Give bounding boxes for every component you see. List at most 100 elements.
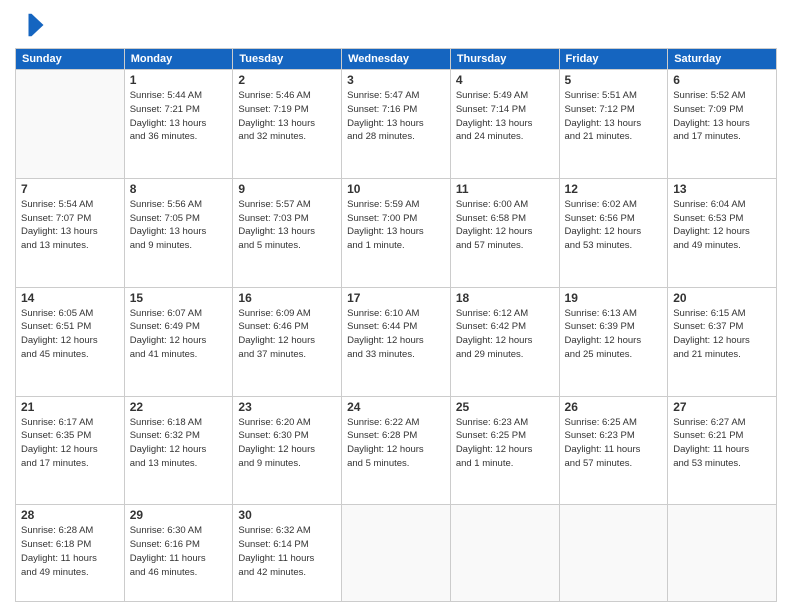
calendar-cell: [668, 505, 777, 602]
day-info: Sunrise: 5:49 AMSunset: 7:14 PMDaylight:…: [456, 89, 554, 144]
day-number: 7: [21, 182, 119, 196]
weekday-header-saturday: Saturday: [668, 49, 777, 70]
calendar-cell: 11 Sunrise: 6:00 AMSunset: 6:58 PMDayligh…: [450, 178, 559, 287]
weekday-header-monday: Monday: [124, 49, 233, 70]
day-number: 8: [130, 182, 228, 196]
day-number: 6: [673, 73, 771, 87]
day-info: Sunrise: 5:57 AMSunset: 7:03 PMDaylight:…: [238, 198, 336, 253]
weekday-header-sunday: Sunday: [16, 49, 125, 70]
calendar-cell: 3 Sunrise: 5:47 AMSunset: 7:16 PMDaylight…: [342, 70, 451, 179]
day-info: Sunrise: 6:00 AMSunset: 6:58 PMDaylight:…: [456, 198, 554, 253]
weekday-header-row: SundayMondayTuesdayWednesdayThursdayFrid…: [16, 49, 777, 70]
day-number: 14: [21, 291, 119, 305]
day-info: Sunrise: 6:30 AMSunset: 6:16 PMDaylight:…: [130, 524, 228, 579]
calendar-cell: 2 Sunrise: 5:46 AMSunset: 7:19 PMDaylight…: [233, 70, 342, 179]
day-number: 2: [238, 73, 336, 87]
logo-icon: [15, 10, 45, 40]
day-number: 24: [347, 400, 445, 414]
calendar-body: 1 Sunrise: 5:44 AMSunset: 7:21 PMDaylight…: [16, 70, 777, 602]
calendar-cell: 26 Sunrise: 6:25 AMSunset: 6:23 PMDayligh…: [559, 396, 668, 505]
day-number: 3: [347, 73, 445, 87]
day-number: 27: [673, 400, 771, 414]
calendar-cell: 27 Sunrise: 6:27 AMSunset: 6:21 PMDayligh…: [668, 396, 777, 505]
day-number: 17: [347, 291, 445, 305]
day-info: Sunrise: 6:32 AMSunset: 6:14 PMDaylight:…: [238, 524, 336, 579]
day-number: 21: [21, 400, 119, 414]
calendar-cell: 15Sunrise: 6:07 AMSunset: 6:49 PMDayligh…: [124, 287, 233, 396]
calendar-cell: 1 Sunrise: 5:44 AMSunset: 7:21 PMDaylight…: [124, 70, 233, 179]
calendar-cell: 13 Sunrise: 6:04 AMSunset: 6:53 PMDayligh…: [668, 178, 777, 287]
day-info: Sunrise: 6:13 AMSunset: 6:39 PMDaylight:…: [565, 307, 663, 362]
day-info: Sunrise: 6:25 AMSunset: 6:23 PMDaylight:…: [565, 416, 663, 471]
weekday-header-friday: Friday: [559, 49, 668, 70]
day-number: 22: [130, 400, 228, 414]
calendar-week-row: 28 Sunrise: 6:28 AMSunset: 6:18 PMDayligh…: [16, 505, 777, 602]
day-info: Sunrise: 6:17 AMSunset: 6:35 PMDaylight:…: [21, 416, 119, 471]
calendar-cell: 24 Sunrise: 6:22 AMSunset: 6:28 PMDayligh…: [342, 396, 451, 505]
calendar-week-row: 21 Sunrise: 6:17 AMSunset: 6:35 PMDayligh…: [16, 396, 777, 505]
day-number: 30: [238, 508, 336, 522]
day-info: Sunrise: 6:18 AMSunset: 6:32 PMDaylight:…: [130, 416, 228, 471]
calendar-cell: [16, 70, 125, 179]
calendar-cell: 12Sunrise: 6:02 AMSunset: 6:56 PMDayligh…: [559, 178, 668, 287]
calendar-cell: [559, 505, 668, 602]
logo: [15, 10, 49, 40]
day-info: Sunrise: 6:20 AMSunset: 6:30 PMDaylight:…: [238, 416, 336, 471]
day-info: Sunrise: 5:59 AMSunset: 7:00 PMDaylight:…: [347, 198, 445, 253]
calendar-cell: 4 Sunrise: 5:49 AMSunset: 7:14 PMDaylight…: [450, 70, 559, 179]
weekday-header-tuesday: Tuesday: [233, 49, 342, 70]
day-info: Sunrise: 5:47 AMSunset: 7:16 PMDaylight:…: [347, 89, 445, 144]
day-number: 4: [456, 73, 554, 87]
day-info: Sunrise: 6:22 AMSunset: 6:28 PMDaylight:…: [347, 416, 445, 471]
calendar-cell: 16Sunrise: 6:09 AMSunset: 6:46 PMDayligh…: [233, 287, 342, 396]
calendar-cell: 8 Sunrise: 5:56 AMSunset: 7:05 PMDaylight…: [124, 178, 233, 287]
day-number: 26: [565, 400, 663, 414]
calendar: SundayMondayTuesdayWednesdayThursdayFrid…: [15, 48, 777, 602]
calendar-cell: 20 Sunrise: 6:15 AMSunset: 6:37 PMDayligh…: [668, 287, 777, 396]
day-number: 28: [21, 508, 119, 522]
day-number: 20: [673, 291, 771, 305]
calendar-cell: 7 Sunrise: 5:54 AMSunset: 7:07 PMDaylight…: [16, 178, 125, 287]
calendar-cell: 22 Sunrise: 6:18 AMSunset: 6:32 PMDayligh…: [124, 396, 233, 505]
day-info: Sunrise: 6:10 AMSunset: 6:44 PMDaylight:…: [347, 307, 445, 362]
day-info: Sunrise: 6:28 AMSunset: 6:18 PMDaylight:…: [21, 524, 119, 579]
calendar-cell: [450, 505, 559, 602]
day-info: Sunrise: 5:51 AMSunset: 7:12 PMDaylight:…: [565, 89, 663, 144]
calendar-cell: 14Sunrise: 6:05 AMSunset: 6:51 PMDayligh…: [16, 287, 125, 396]
calendar-cell: 30 Sunrise: 6:32 AMSunset: 6:14 PMDayligh…: [233, 505, 342, 602]
day-info: Sunrise: 5:54 AMSunset: 7:07 PMDaylight:…: [21, 198, 119, 253]
calendar-cell: 5 Sunrise: 5:51 AMSunset: 7:12 PMDaylight…: [559, 70, 668, 179]
page: SundayMondayTuesdayWednesdayThursdayFrid…: [0, 0, 792, 612]
day-info: Sunrise: 5:52 AMSunset: 7:09 PMDaylight:…: [673, 89, 771, 144]
calendar-week-row: 14Sunrise: 6:05 AMSunset: 6:51 PMDayligh…: [16, 287, 777, 396]
weekday-header-wednesday: Wednesday: [342, 49, 451, 70]
calendar-cell: 9 Sunrise: 5:57 AMSunset: 7:03 PMDaylight…: [233, 178, 342, 287]
calendar-cell: 10 Sunrise: 5:59 AMSunset: 7:00 PMDayligh…: [342, 178, 451, 287]
calendar-cell: 18Sunrise: 6:12 AMSunset: 6:42 PMDayligh…: [450, 287, 559, 396]
day-number: 15: [130, 291, 228, 305]
day-number: 12: [565, 182, 663, 196]
calendar-cell: 17 Sunrise: 6:10 AMSunset: 6:44 PMDayligh…: [342, 287, 451, 396]
day-number: 1: [130, 73, 228, 87]
day-info: Sunrise: 5:56 AMSunset: 7:05 PMDaylight:…: [130, 198, 228, 253]
day-number: 13: [673, 182, 771, 196]
calendar-week-row: 1 Sunrise: 5:44 AMSunset: 7:21 PMDaylight…: [16, 70, 777, 179]
day-info: Sunrise: 6:23 AMSunset: 6:25 PMDaylight:…: [456, 416, 554, 471]
day-number: 9: [238, 182, 336, 196]
weekday-header-thursday: Thursday: [450, 49, 559, 70]
day-number: 10: [347, 182, 445, 196]
day-info: Sunrise: 6:15 AMSunset: 6:37 PMDaylight:…: [673, 307, 771, 362]
day-info: Sunrise: 6:04 AMSunset: 6:53 PMDaylight:…: [673, 198, 771, 253]
day-number: 18: [456, 291, 554, 305]
calendar-cell: 28 Sunrise: 6:28 AMSunset: 6:18 PMDayligh…: [16, 505, 125, 602]
day-number: 29: [130, 508, 228, 522]
day-number: 23: [238, 400, 336, 414]
day-info: Sunrise: 6:27 AMSunset: 6:21 PMDaylight:…: [673, 416, 771, 471]
calendar-cell: 25Sunrise: 6:23 AMSunset: 6:25 PMDayligh…: [450, 396, 559, 505]
day-info: Sunrise: 5:46 AMSunset: 7:19 PMDaylight:…: [238, 89, 336, 144]
day-number: 5: [565, 73, 663, 87]
day-number: 11: [456, 182, 554, 196]
calendar-cell: 21 Sunrise: 6:17 AMSunset: 6:35 PMDayligh…: [16, 396, 125, 505]
header: [15, 10, 777, 40]
day-info: Sunrise: 5:44 AMSunset: 7:21 PMDaylight:…: [130, 89, 228, 144]
